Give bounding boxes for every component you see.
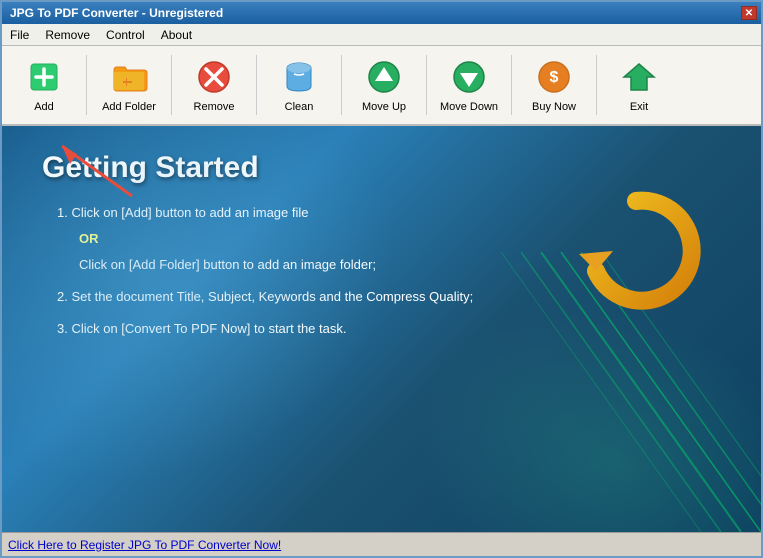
move-down-button[interactable]: Move Down [429, 50, 509, 120]
remove-button[interactable]: Remove [174, 50, 254, 120]
remove-label: Remove [194, 101, 235, 113]
menu-remove[interactable]: Remove [37, 26, 98, 44]
clean-button[interactable]: Clean [259, 50, 339, 120]
close-button[interactable]: ✕ [741, 6, 757, 20]
move-down-label: Move Down [440, 101, 498, 113]
add-folder-button[interactable]: Add Folder [89, 50, 169, 120]
exit-label: Exit [630, 101, 648, 113]
exit-button[interactable]: Exit [599, 50, 679, 120]
menu-about[interactable]: About [153, 26, 200, 44]
main-window: JPG To PDF Converter - Unregistered ✕ Fi… [0, 0, 763, 558]
move-up-button[interactable]: Move Up [344, 50, 424, 120]
sep4 [341, 55, 342, 115]
clean-label: Clean [285, 101, 314, 113]
remove-icon [194, 57, 234, 97]
clean-icon [279, 57, 319, 97]
window-title: JPG To PDF Converter - Unregistered [6, 6, 223, 20]
status-bar: Click Here to Register JPG To PDF Conver… [2, 532, 761, 556]
move-up-label: Move Up [362, 101, 406, 113]
arrow-indicator [32, 136, 152, 206]
title-bar: JPG To PDF Converter - Unregistered ✕ [2, 2, 761, 24]
menu-bar: File Remove Control About [2, 24, 761, 46]
exit-icon [619, 57, 659, 97]
move-up-icon [364, 57, 404, 97]
sep3 [256, 55, 257, 115]
sep5 [426, 55, 427, 115]
add-folder-icon [109, 57, 149, 97]
sep6 [511, 55, 512, 115]
buy-now-label: Buy Now [532, 101, 576, 113]
add-icon [24, 57, 64, 97]
add-folder-label: Add Folder [102, 101, 156, 113]
toolbar: Add Add Folder [2, 46, 761, 126]
sep7 [596, 55, 597, 115]
menu-control[interactable]: Control [98, 26, 153, 44]
add-label: Add [34, 101, 54, 113]
move-down-icon [449, 57, 489, 97]
register-link[interactable]: Click Here to Register JPG To PDF Conver… [8, 538, 281, 552]
sep2 [171, 55, 172, 115]
main-content: Getting Started 1. Click on [Add] button… [2, 126, 761, 532]
menu-file[interactable]: File [2, 26, 37, 44]
buy-now-icon: $ [534, 57, 574, 97]
sep1 [86, 55, 87, 115]
refresh-icon [571, 186, 701, 316]
svg-text:$: $ [550, 69, 559, 86]
add-button[interactable]: Add [4, 50, 84, 120]
buy-now-button[interactable]: $ Buy Now [514, 50, 594, 120]
